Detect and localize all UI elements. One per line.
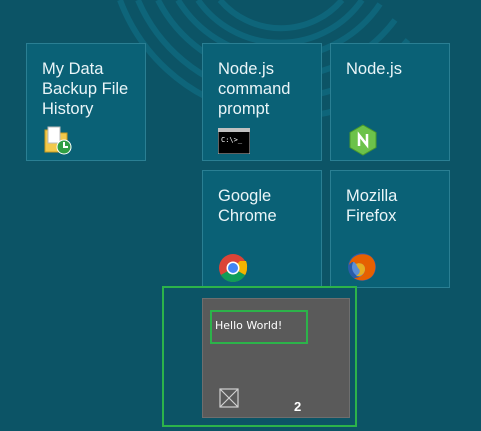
notification-badge: 2 — [294, 399, 302, 414]
firefox-icon — [346, 251, 378, 283]
tile-file-history[interactable]: My Data Backup File History — [26, 43, 146, 161]
tile-nodejs-command-prompt[interactable]: Node.js command prompt C:\>_ — [202, 43, 322, 161]
tile-nodejs[interactable]: Node.js — [330, 43, 450, 161]
broken-image-icon — [219, 388, 239, 408]
notification-text: Hello World! — [215, 319, 283, 332]
file-history-icon — [42, 124, 74, 156]
tile-label: Node.js — [346, 60, 402, 78]
svg-text:C:\>_: C:\>_ — [221, 136, 243, 144]
tile-label: My Data Backup File History — [42, 60, 129, 118]
nodejs-icon — [349, 124, 381, 156]
tile-label: Google Chrome — [218, 187, 277, 225]
tile-mozilla-firefox[interactable]: Mozilla Firefox — [330, 170, 450, 288]
chrome-icon — [218, 253, 250, 285]
tile-label: Node.js command prompt — [218, 60, 291, 118]
tile-label: Mozilla Firefox — [346, 187, 398, 225]
tile-google-chrome[interactable]: Google Chrome — [202, 170, 322, 288]
command-prompt-icon: C:\>_ — [217, 127, 251, 160]
